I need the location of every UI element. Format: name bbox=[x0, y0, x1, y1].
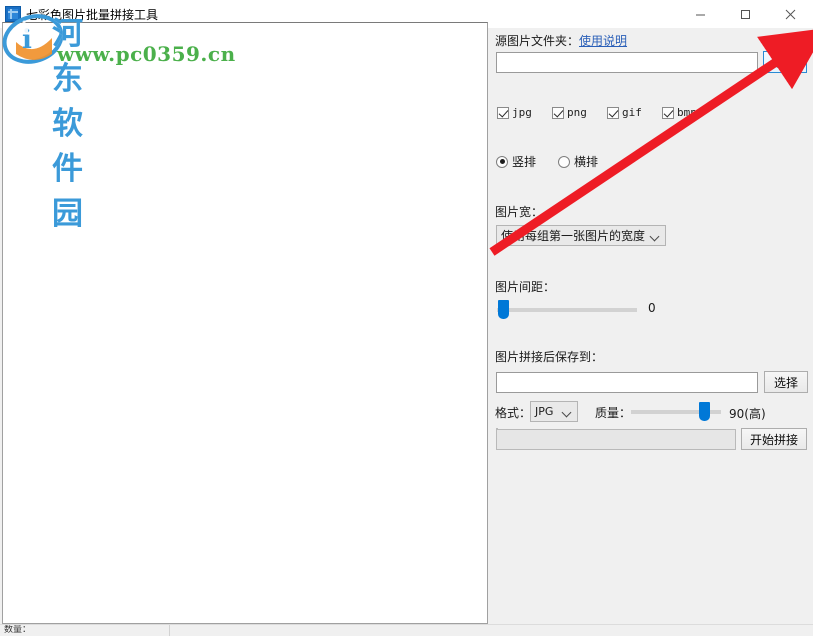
layout-direction-group: 竖排 横排 bbox=[496, 153, 598, 170]
format-selected-value: JPG bbox=[535, 405, 554, 418]
filetype-checkbox-gif[interactable]: gif bbox=[607, 106, 662, 119]
chevron-down-icon bbox=[563, 409, 571, 414]
filetype-label: bmp bbox=[677, 106, 697, 119]
quality-label: 质量： bbox=[595, 406, 632, 420]
source-folder-label: 源图片文件夹： bbox=[495, 34, 580, 48]
image-width-label: 图片宽： bbox=[495, 205, 544, 219]
status-bar: 数量： bbox=[0, 624, 813, 636]
chevron-down-icon bbox=[651, 233, 659, 238]
radio-vertical-layout[interactable]: 竖排 bbox=[496, 153, 536, 170]
close-icon[interactable] bbox=[768, 0, 813, 28]
spacing-label: 图片间距： bbox=[495, 280, 556, 294]
format-label: 格式： bbox=[495, 406, 532, 420]
quality-slider[interactable] bbox=[631, 401, 721, 421]
filetype-checkbox-bmp[interactable]: bmp bbox=[662, 106, 697, 119]
checkbox-box bbox=[607, 106, 619, 119]
filetype-checkbox-png[interactable]: png bbox=[552, 106, 607, 119]
slider-thumb[interactable] bbox=[498, 300, 509, 319]
output-folder-label: 图片拼接后保存到： bbox=[495, 350, 604, 364]
source-folder-input[interactable] bbox=[496, 52, 758, 73]
checkbox-box bbox=[497, 106, 509, 119]
output-folder-header: 图片拼接后保存到： bbox=[495, 348, 603, 365]
image-width-header: 图片宽： bbox=[495, 203, 543, 220]
start-merge-button[interactable]: 开始拼接 bbox=[741, 428, 807, 450]
source-choose-button[interactable]: 选择 bbox=[763, 51, 807, 73]
progress-bar bbox=[496, 429, 736, 450]
filetype-label: png bbox=[567, 106, 587, 119]
radio-horizontal-layout[interactable]: 横排 bbox=[558, 153, 598, 170]
usage-help-link[interactable]: 使用说明 bbox=[579, 32, 627, 49]
radio-label: 横排 bbox=[574, 155, 599, 169]
options-panel: 源图片文件夹： 使用说明 选择 jpg png gif bmp 竖排 横排 图片… bbox=[490, 28, 813, 624]
radio-box bbox=[558, 155, 571, 168]
source-folder-header: 源图片文件夹： 使用说明 bbox=[495, 32, 627, 49]
filetype-label: gif bbox=[622, 106, 642, 119]
output-choose-button[interactable]: 选择 bbox=[764, 371, 808, 393]
image-list-panel[interactable] bbox=[2, 22, 488, 624]
slider-thumb[interactable] bbox=[699, 402, 710, 421]
format-label-wrap: 格式： bbox=[495, 404, 531, 421]
maximize-icon[interactable] bbox=[723, 0, 768, 28]
radio-box bbox=[496, 155, 508, 168]
app-icon bbox=[5, 6, 21, 22]
quality-value: 90(高) bbox=[729, 407, 766, 421]
slider-track bbox=[497, 308, 637, 312]
image-width-selected-value: 使用每组第一张图片的宽度 bbox=[501, 229, 646, 243]
file-type-filters: jpg png gif bmp bbox=[497, 106, 697, 119]
radio-label: 竖排 bbox=[512, 155, 537, 169]
spacing-slider[interactable] bbox=[497, 299, 637, 319]
output-folder-input[interactable] bbox=[496, 372, 758, 393]
quality-label-wrap: 质量： bbox=[595, 404, 631, 421]
image-width-select[interactable]: 使用每组第一张图片的宽度 bbox=[496, 225, 666, 246]
application-window: 七彩色图片批量拼接工具 源图片文件夹： 使用说明 选择 jpg png gif … bbox=[0, 0, 813, 636]
filetype-checkbox-jpg[interactable]: jpg bbox=[497, 106, 552, 119]
checkbox-box bbox=[552, 106, 564, 119]
window-title: 七彩色图片批量拼接工具 bbox=[26, 7, 159, 22]
status-left: 数量： bbox=[0, 625, 170, 636]
filetype-label: jpg bbox=[512, 106, 532, 119]
window-controls bbox=[678, 0, 813, 28]
minimize-icon[interactable] bbox=[678, 0, 723, 28]
format-select[interactable]: JPG bbox=[530, 401, 578, 422]
spacing-value: 0 bbox=[648, 301, 656, 315]
spacing-header: 图片间距： bbox=[495, 278, 555, 295]
checkbox-box bbox=[662, 106, 674, 119]
